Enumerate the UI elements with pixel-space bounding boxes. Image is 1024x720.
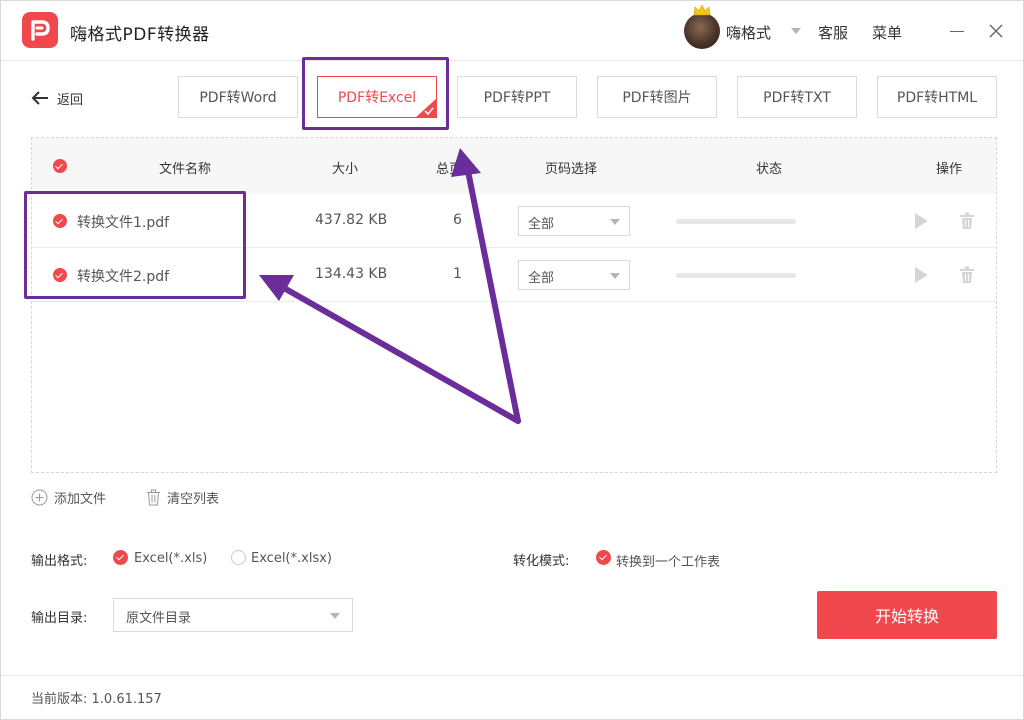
footer: 当前版本: 1.0.61.157 xyxy=(1,675,1023,719)
tab-pdf-to-ppt[interactable]: PDF转PPT xyxy=(457,76,577,118)
chevron-down-icon[interactable] xyxy=(791,28,801,34)
clear-list-label: 清空列表 xyxy=(167,491,220,507)
file-size: 134.43 KB xyxy=(315,266,388,282)
page-select-dropdown[interactable]: 全部 xyxy=(518,206,630,236)
output-format-label: 输出格式: xyxy=(31,554,88,569)
customer-service-link[interactable]: 客服 xyxy=(818,22,848,43)
user-name[interactable]: 嗨格式 xyxy=(726,22,771,43)
play-icon[interactable] xyxy=(915,213,928,229)
app-logo-icon xyxy=(22,12,58,48)
close-icon[interactable] xyxy=(986,21,1006,41)
output-dir-value: 原文件目录 xyxy=(126,611,192,626)
chevron-down-icon xyxy=(330,613,340,619)
plus-circle-icon xyxy=(31,489,48,505)
header-page-select: 页码选择 xyxy=(545,162,598,177)
file-size: 437.82 KB xyxy=(315,212,388,228)
crown-icon xyxy=(693,4,711,16)
add-file-button[interactable]: 添加文件 xyxy=(31,487,106,507)
output-dir-label: 输出目录: xyxy=(31,611,88,626)
header-actions: 操作 xyxy=(936,162,963,177)
page-select-value: 全部 xyxy=(528,217,555,232)
page-select-dropdown[interactable]: 全部 xyxy=(518,260,630,290)
start-convert-button[interactable]: 开始转换 xyxy=(817,591,997,639)
page-count: 6 xyxy=(453,212,462,228)
trash-icon[interactable] xyxy=(959,266,975,284)
tab-pdf-to-word[interactable]: PDF转Word xyxy=(178,76,298,118)
tab-pdf-to-html[interactable]: PDF转HTML xyxy=(877,76,997,118)
chevron-down-icon xyxy=(610,219,620,225)
back-button[interactable]: 返回 xyxy=(31,87,83,109)
table-header: 文件名称 大小 总页数 页码选择 状态 操作 xyxy=(32,138,996,194)
output-dir-dropdown[interactable]: 原文件目录 xyxy=(113,598,353,632)
progress-bar xyxy=(676,273,796,278)
format-xls-label[interactable]: Excel(*.xls) xyxy=(134,551,207,566)
page-select-value: 全部 xyxy=(528,271,555,286)
header-size: 大小 xyxy=(332,162,359,177)
play-icon[interactable] xyxy=(915,267,928,283)
avatar[interactable] xyxy=(684,4,720,49)
progress-bar xyxy=(676,219,796,224)
version-text: 当前版本: 1.0.61.157 xyxy=(31,692,162,707)
header-file-name: 文件名称 xyxy=(159,162,212,177)
trash-icon xyxy=(147,489,160,505)
format-xlsx-label[interactable]: Excel(*.xlsx) xyxy=(251,551,332,566)
arrow-left-icon xyxy=(31,91,48,105)
format-xls-radio[interactable] xyxy=(113,550,128,565)
tab-pdf-to-image[interactable]: PDF转图片 xyxy=(597,76,717,118)
format-xlsx-radio[interactable] xyxy=(231,550,246,565)
menu-link[interactable]: 菜单 xyxy=(872,22,902,43)
highlight-box-files xyxy=(24,191,246,299)
clear-list-button[interactable]: 清空列表 xyxy=(146,487,219,507)
conversion-mode-label: 转化模式: xyxy=(513,554,570,569)
add-file-label: 添加文件 xyxy=(54,491,107,507)
chevron-down-icon xyxy=(610,273,620,279)
header-status: 状态 xyxy=(756,162,783,177)
title-bar: 嗨格式PDF转换器 嗨格式 客服 菜单 xyxy=(1,1,1023,61)
highlight-box-tab xyxy=(302,57,449,130)
minimize-icon[interactable] xyxy=(948,21,966,41)
trash-icon[interactable] xyxy=(959,212,975,230)
mode-single-sheet-label[interactable]: 转换到一个工作表 xyxy=(616,551,720,570)
app-window: 嗨格式PDF转换器 嗨格式 客服 菜单 返回 PDF转Word PDF转Exce… xyxy=(0,0,1024,720)
header-pages: 总页数 xyxy=(436,162,476,177)
tab-pdf-to-txt[interactable]: PDF转TXT xyxy=(737,76,857,118)
app-title: 嗨格式PDF转换器 xyxy=(70,25,210,45)
mode-single-sheet-radio[interactable] xyxy=(596,550,611,565)
page-count: 1 xyxy=(453,266,462,282)
select-all-check-icon[interactable] xyxy=(53,159,67,173)
file-list-panel: 文件名称 大小 总页数 页码选择 状态 操作 转换文件1.pdf 437.82 … xyxy=(31,137,997,473)
back-label: 返回 xyxy=(57,92,84,108)
